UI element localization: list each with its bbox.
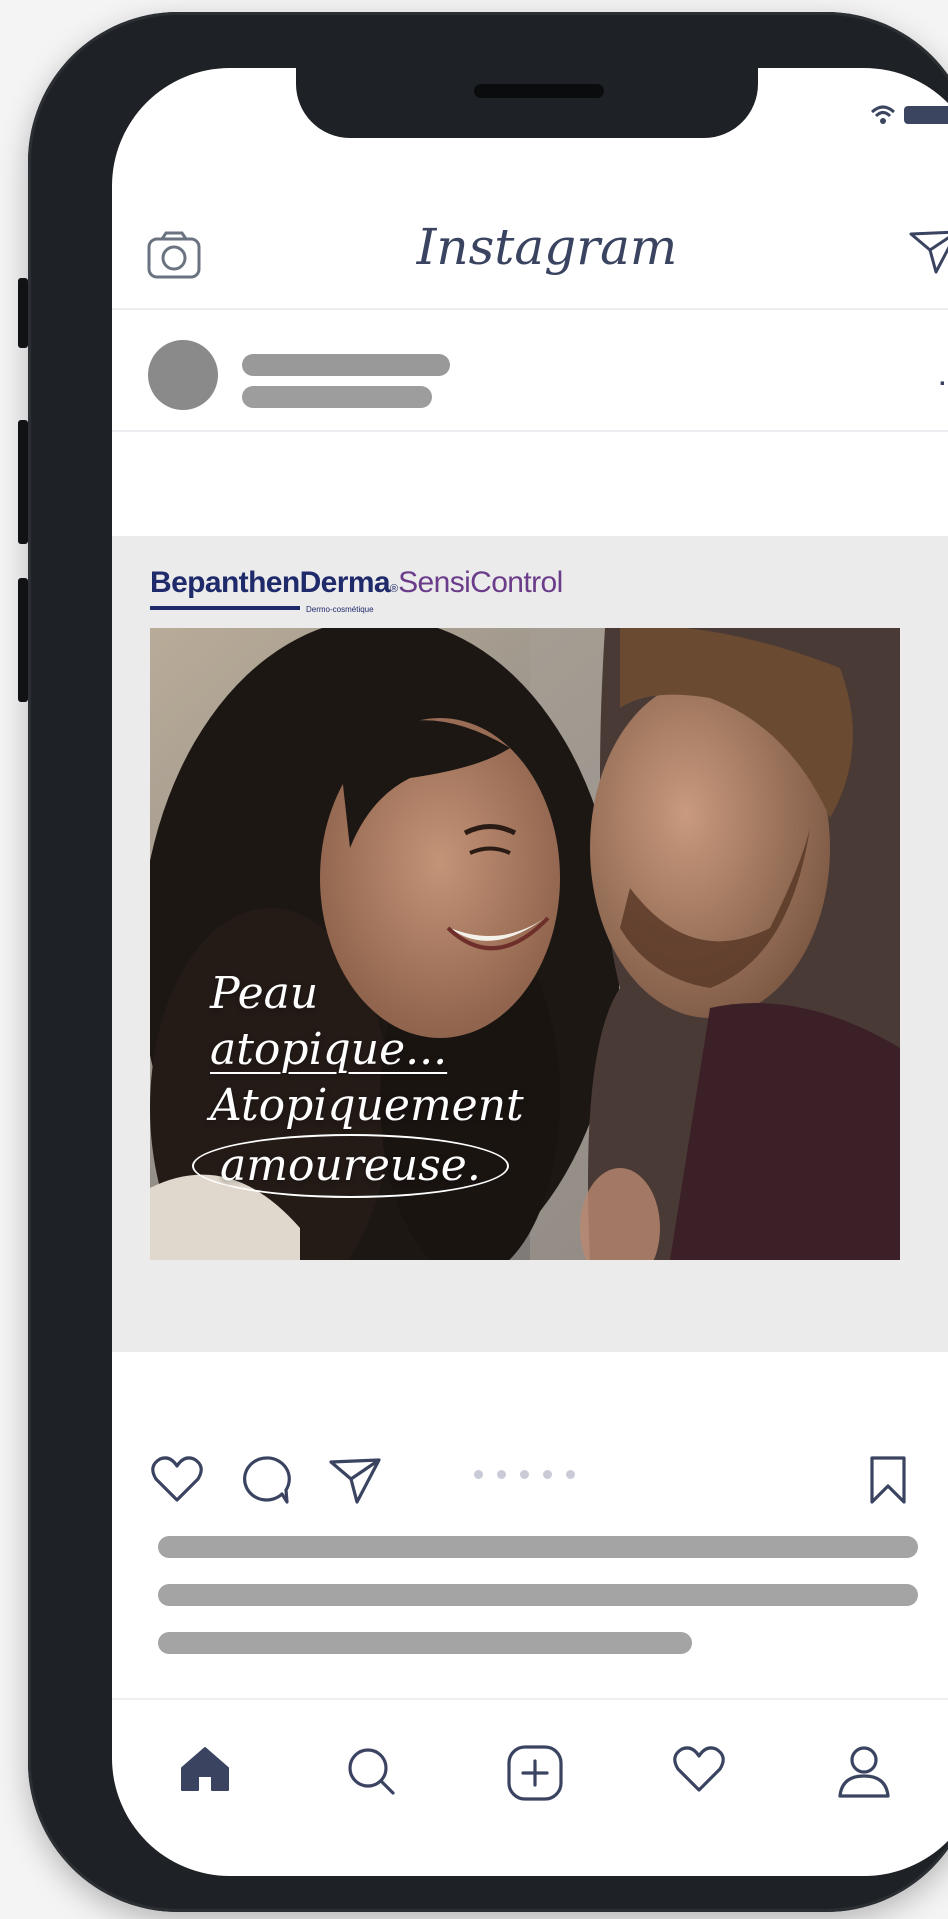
- carousel-dot: [474, 1470, 483, 1479]
- post-header: ...: [112, 312, 948, 432]
- avatar[interactable]: [148, 340, 218, 410]
- instagram-header: Instagram: [112, 158, 948, 310]
- tagline-line-1: Peau: [210, 968, 319, 1019]
- volume-up-button: [18, 420, 28, 544]
- brand-logo: BepanthenDerma ® SensiControl Dermo-cosm…: [150, 566, 563, 614]
- carousel-dot: [566, 1470, 575, 1479]
- sponsored-ad[interactable]: BepanthenDerma ® SensiControl Dermo-cosm…: [112, 536, 948, 1352]
- search-icon[interactable]: [344, 1744, 398, 1798]
- handwritten-tagline: Peau atopique... Atopiquement amoureuse.: [192, 966, 630, 1198]
- add-post-icon[interactable]: [506, 1744, 564, 1802]
- brand-name: BepanthenDerma: [150, 566, 391, 599]
- wifi-icon: [870, 105, 896, 124]
- tagline-line-3: Atopiquement: [210, 1080, 524, 1131]
- tagline-line-2: atopique...: [210, 1024, 448, 1075]
- battery-icon: [904, 106, 948, 124]
- caption-placeholder-line: [158, 1536, 918, 1558]
- share-icon[interactable]: [328, 1456, 382, 1506]
- caption-placeholder-line: [158, 1584, 918, 1606]
- subtitle-placeholder: [242, 386, 432, 408]
- status-bar: [870, 104, 948, 126]
- ad-photo: Peau atopique... Atopiquement amoureuse.: [150, 628, 900, 1260]
- username-placeholder: [242, 354, 450, 376]
- volume-down-button: [18, 578, 28, 702]
- comment-icon[interactable]: [240, 1454, 292, 1506]
- home-icon[interactable]: [178, 1744, 232, 1794]
- profile-icon[interactable]: [836, 1744, 892, 1800]
- heart-icon[interactable]: [150, 1454, 204, 1504]
- bottom-tab-bar: [112, 1698, 948, 1876]
- activity-heart-icon[interactable]: [672, 1744, 726, 1794]
- carousel-indicator: [474, 1470, 575, 1479]
- more-options-icon[interactable]: ...: [939, 364, 948, 392]
- brand-product-line: SensiControl: [398, 566, 563, 599]
- bookmark-icon[interactable]: [868, 1454, 908, 1506]
- phone-screen: Instagram ... BepanthenDerma ® SensiCont…: [112, 68, 948, 1876]
- send-icon[interactable]: [908, 228, 948, 276]
- post-actions: [112, 1448, 948, 1518]
- app-title: Instagram: [416, 218, 678, 276]
- caption-placeholder-line: [158, 1632, 692, 1654]
- carousel-dot: [543, 1470, 552, 1479]
- brand-tagline: Dermo-cosmétique: [306, 605, 374, 614]
- carousel-dot: [520, 1470, 529, 1479]
- tagline-line-4: amoureuse.: [192, 1134, 509, 1198]
- carousel-dot: [497, 1470, 506, 1479]
- speaker-grille: [474, 84, 604, 98]
- silent-switch: [18, 278, 28, 348]
- notch: [296, 68, 758, 138]
- brand-registered-mark: ®: [390, 583, 399, 595]
- brand-underline: [150, 606, 300, 610]
- phone-frame: Instagram ... BepanthenDerma ® SensiCont…: [18, 12, 948, 1912]
